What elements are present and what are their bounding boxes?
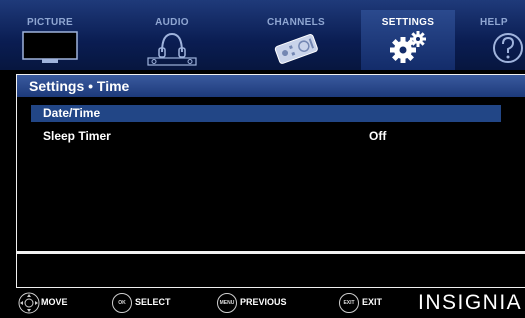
legend-exit-label: EXIT (362, 297, 383, 307)
tab-audio[interactable]: AUDIO (132, 0, 212, 70)
settings-time-panel: Settings • Time Date/Time Sleep Timer Of… (16, 74, 525, 288)
menu-row-sleep-timer[interactable]: Sleep Timer Off (31, 128, 501, 145)
menu-button-icon: MENU (217, 293, 237, 313)
legend-previous-label: PREVIOUS (240, 297, 287, 307)
top-menu-bar: PICTURE AUDIO CHANNELS SETTINGS HELP (0, 0, 525, 70)
tab-help-label: HELP (480, 17, 508, 28)
legend-select-label: SELECT (135, 297, 171, 307)
tab-help[interactable]: HELP (480, 0, 525, 70)
tab-picture[interactable]: PICTURE (10, 0, 90, 70)
menu-row-date-time[interactable]: Date/Time (31, 105, 501, 122)
tv-icon (22, 31, 78, 63)
panel-divider (17, 251, 525, 254)
menu-row-label: Sleep Timer (43, 129, 111, 143)
exit-button-icon: EXIT (339, 293, 359, 313)
headphones-icon (147, 32, 197, 66)
menu-row-label: Date/Time (43, 106, 101, 120)
remote-control-icon (274, 33, 318, 64)
tab-channels[interactable]: CHANNELS (256, 0, 336, 70)
ok-button-icon: OK (112, 293, 132, 313)
tab-picture-label: PICTURE (27, 17, 73, 28)
tab-settings-label: SETTINGS (381, 17, 435, 28)
tab-audio-label: AUDIO (155, 17, 189, 28)
brand-logo: INSIGNIA (418, 291, 523, 314)
dpad-icon (18, 292, 40, 314)
menu-row-value: Off (369, 129, 387, 143)
gears-icon (390, 31, 426, 63)
panel-title: Settings • Time (17, 75, 525, 97)
legend-move-label: MOVE (41, 297, 68, 307)
question-mark-icon (493, 33, 523, 63)
tab-channels-label: CHANNELS (267, 17, 325, 28)
tab-settings[interactable]: SETTINGS (361, 0, 455, 70)
button-legend: MOVE OK SELECT MENU PREVIOUS EXIT EXIT I… (0, 288, 525, 318)
